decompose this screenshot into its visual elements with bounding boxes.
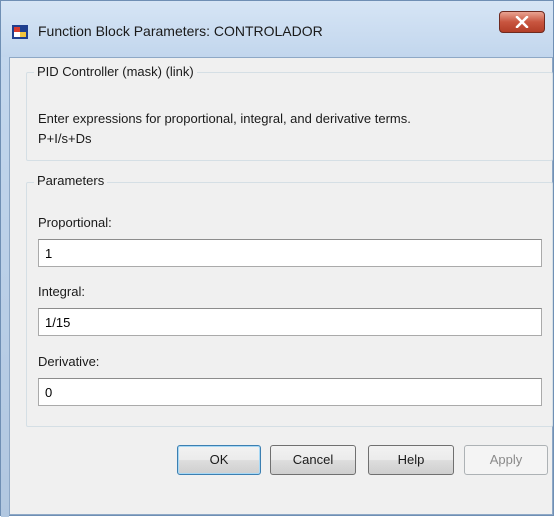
parameters-legend: Parameters xyxy=(34,173,108,188)
derivative-input[interactable] xyxy=(38,378,542,406)
apply-button[interactable]: Apply xyxy=(464,445,548,475)
proportional-input[interactable] xyxy=(38,239,542,267)
window-frame-edge xyxy=(1,57,9,517)
ok-button[interactable]: OK xyxy=(177,445,261,475)
window-title: Function Block Parameters: CONTROLADOR xyxy=(38,23,323,39)
block-description-legend: PID Controller (mask) (link) xyxy=(34,64,197,79)
cancel-button[interactable]: Cancel xyxy=(270,445,356,475)
title-bar[interactable]: Function Block Parameters: CONTROLADOR xyxy=(1,1,553,57)
close-button[interactable] xyxy=(499,11,545,33)
integral-label: Integral: xyxy=(38,284,85,299)
block-description-text: Enter expressions for proportional, inte… xyxy=(38,111,411,126)
proportional-label: Proportional: xyxy=(38,215,112,230)
close-icon xyxy=(515,16,529,28)
simulink-block-icon[interactable] xyxy=(11,23,29,41)
derivative-label: Derivative: xyxy=(38,354,100,369)
dialog-window: Function Block Parameters: CONTROLADOR P… xyxy=(0,0,554,517)
help-button[interactable]: Help xyxy=(368,445,454,475)
block-equation-text: P+I/s+Ds xyxy=(38,131,92,146)
integral-input[interactable] xyxy=(38,308,542,336)
